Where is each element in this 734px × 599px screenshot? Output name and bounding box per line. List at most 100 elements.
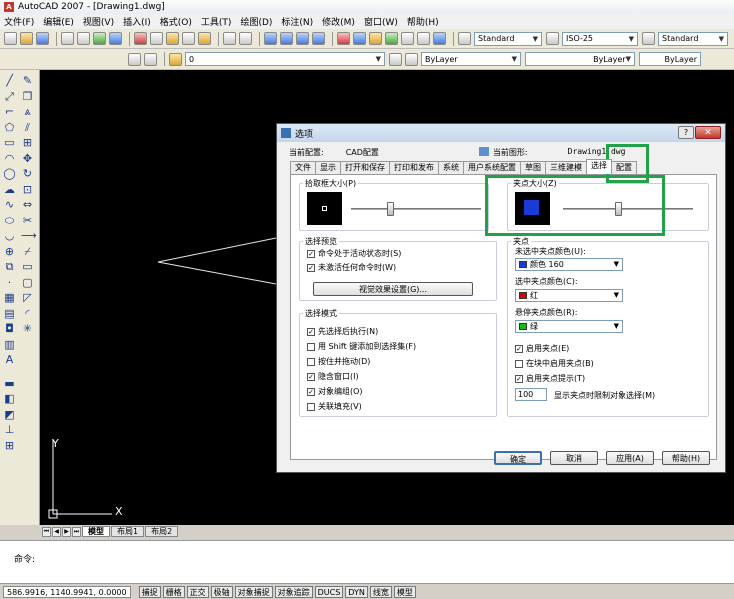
array-icon[interactable]: ⊞ [21,136,34,149]
lineweight-select[interactable]: ByLayer [639,52,701,66]
menu-window[interactable]: 窗口(W) [364,15,398,28]
last-layout-button[interactable]: ⏭ [72,526,81,537]
publish-icon[interactable] [93,32,106,45]
copy-object-icon[interactable]: ❐ [21,90,34,103]
new-icon[interactable] [4,32,17,45]
block-editor-icon[interactable] [198,32,211,45]
polygon-icon[interactable]: ⬠ [3,121,16,134]
checkbox-shift-add[interactable]: 用 Shift 键添加到选择集(F) [307,341,416,352]
tab-profiles[interactable]: 配置 [611,161,637,174]
design-center-icon[interactable] [353,32,366,45]
cancel-button[interactable]: 取消 [550,451,598,465]
menu-view[interactable]: 视图(V) [83,15,114,28]
grip-size-slider-thumb[interactable] [614,202,622,216]
save-icon[interactable] [36,32,49,45]
tab-user-preferences[interactable]: 用户系统配置 [463,161,521,174]
mirror-icon[interactable]: ⩓ [21,105,34,118]
visual-effects-button[interactable]: 视觉效果设置(G)... [313,282,473,296]
menu-format[interactable]: 格式(O) [160,15,192,28]
menu-help[interactable]: 帮助(H) [407,15,439,28]
ellipse-arc-icon[interactable]: ◡ [3,229,16,242]
tool-palettes-icon[interactable] [369,32,382,45]
match-properties-icon[interactable] [182,32,195,45]
apply-button[interactable]: 应用(A) [606,451,654,465]
tab-layout1[interactable]: 布局1 [111,526,145,537]
zoom-window-icon[interactable] [296,32,309,45]
join-icon[interactable]: ▢ [21,276,34,289]
polyline-icon[interactable]: ⌐ [3,105,16,118]
stretch-icon[interactable]: ⇔ [21,198,34,211]
lineweight-toggle[interactable]: 线宽 [369,585,392,598]
osnap-toggle[interactable]: 对象捕捉 [234,585,273,598]
undo-icon[interactable] [223,32,236,45]
layer-select[interactable]: 0 ▼ [185,52,385,66]
snap-toggle[interactable]: 捕捉 [138,585,161,598]
menu-edit[interactable]: 编辑(E) [43,15,74,28]
help-icon[interactable] [433,32,446,45]
menu-insert[interactable]: 插入(I) [123,15,151,28]
dialog-close-button[interactable]: ✕ [695,126,721,139]
3d-dwf-icon[interactable] [109,32,122,45]
construction-line-icon[interactable]: ⤢ [3,90,16,103]
dialog-help-text-button[interactable]: 帮助(H) [662,451,710,465]
tab-drafting[interactable]: 草图 [520,161,546,174]
text-style-select[interactable]: Standard ▼ [474,31,542,46]
color-select[interactable]: ByLayer ▼ [421,52,521,66]
properties-icon[interactable] [337,32,350,45]
insert-block-icon[interactable]: ⊕ [3,245,16,258]
menu-tools[interactable]: 工具(T) [201,15,232,28]
grip-size-slider-track[interactable] [563,208,693,210]
fillet-icon[interactable]: ◜ [21,307,34,320]
scale-icon[interactable]: ⊡ [21,183,34,196]
dim-aligned-icon[interactable]: ◩ [3,408,16,421]
tab-files[interactable]: 文件 [290,161,316,174]
table-icon[interactable]: ▥ [3,338,16,351]
cut-icon[interactable] [134,32,147,45]
menu-modify[interactable]: 修改(M) [322,15,355,28]
make-object-layer-current-icon[interactable] [389,52,402,66]
tab-display[interactable]: 显示 [315,161,341,174]
checkbox-preview-active[interactable]: ✓ 命令处于活动状态时(S) [307,248,401,259]
checkbox-associative-hatch[interactable]: 关联填充(V) [307,401,362,412]
print-icon[interactable] [61,32,74,45]
move-icon[interactable]: ✥ [21,152,34,165]
pickbox-slider-track[interactable] [351,208,481,210]
pan-icon[interactable] [264,32,277,45]
spline-icon[interactable]: ∿ [3,198,16,211]
ok-button[interactable]: 确定 [494,451,542,465]
polar-toggle[interactable]: 极轴 [210,585,233,598]
tab-model[interactable]: 模型 [82,526,110,537]
first-layout-button[interactable]: ⏮ [42,526,51,537]
tab-system[interactable]: 系统 [438,161,464,174]
drawn-polyline[interactable] [157,237,277,285]
multiline-text-icon[interactable]: A [3,353,16,366]
explode-icon[interactable]: ✳ [21,322,34,335]
menu-dimension[interactable]: 标注(N) [281,15,313,28]
checkbox-enable-grips[interactable]: ✓ 启用夹点(E) [515,343,569,354]
checkbox-implied-window[interactable]: ✓ 隐含窗口(I) [307,371,359,382]
zoom-previous-icon[interactable] [312,32,325,45]
dim-linear-icon[interactable]: ◧ [3,392,16,405]
grid-toggle[interactable]: 栅格 [162,585,185,598]
next-layout-button[interactable]: ▶ [62,526,71,537]
trim-icon[interactable]: ✂ [21,214,34,227]
line-icon[interactable]: ╱ [3,74,16,87]
rotate-icon[interactable]: ↻ [21,167,34,180]
table-style-select[interactable]: Standard ▼ [658,31,728,46]
tab-layout2[interactable]: 布局2 [145,526,179,537]
checkbox-grip-tips[interactable]: ✓ 启用夹点提示(T) [515,373,585,384]
workspace-lock-icon[interactable] [144,52,157,66]
open-icon[interactable] [20,32,33,45]
workspace-settings-icon[interactable] [128,52,141,66]
tab-open-save[interactable]: 打开和保存 [340,161,390,174]
markup-icon[interactable] [401,32,414,45]
extend-icon[interactable]: ⟶ [21,229,37,242]
linetype-select[interactable]: ByLayer ▼ [525,52,635,66]
dim-radius-icon[interactable]: ⊞ [3,439,16,452]
arc-icon[interactable]: ◠ [3,152,16,165]
prev-layout-button[interactable]: ◀ [52,526,61,537]
coordinate-readout[interactable]: 586.9916, 1140.9941, 0.0000 [3,585,131,598]
grip-object-limit-input[interactable]: 100 [515,388,547,401]
checkbox-grips-in-blocks[interactable]: 在块中启用夹点(B) [515,358,594,369]
dyn-toggle[interactable]: DYN [345,585,368,598]
